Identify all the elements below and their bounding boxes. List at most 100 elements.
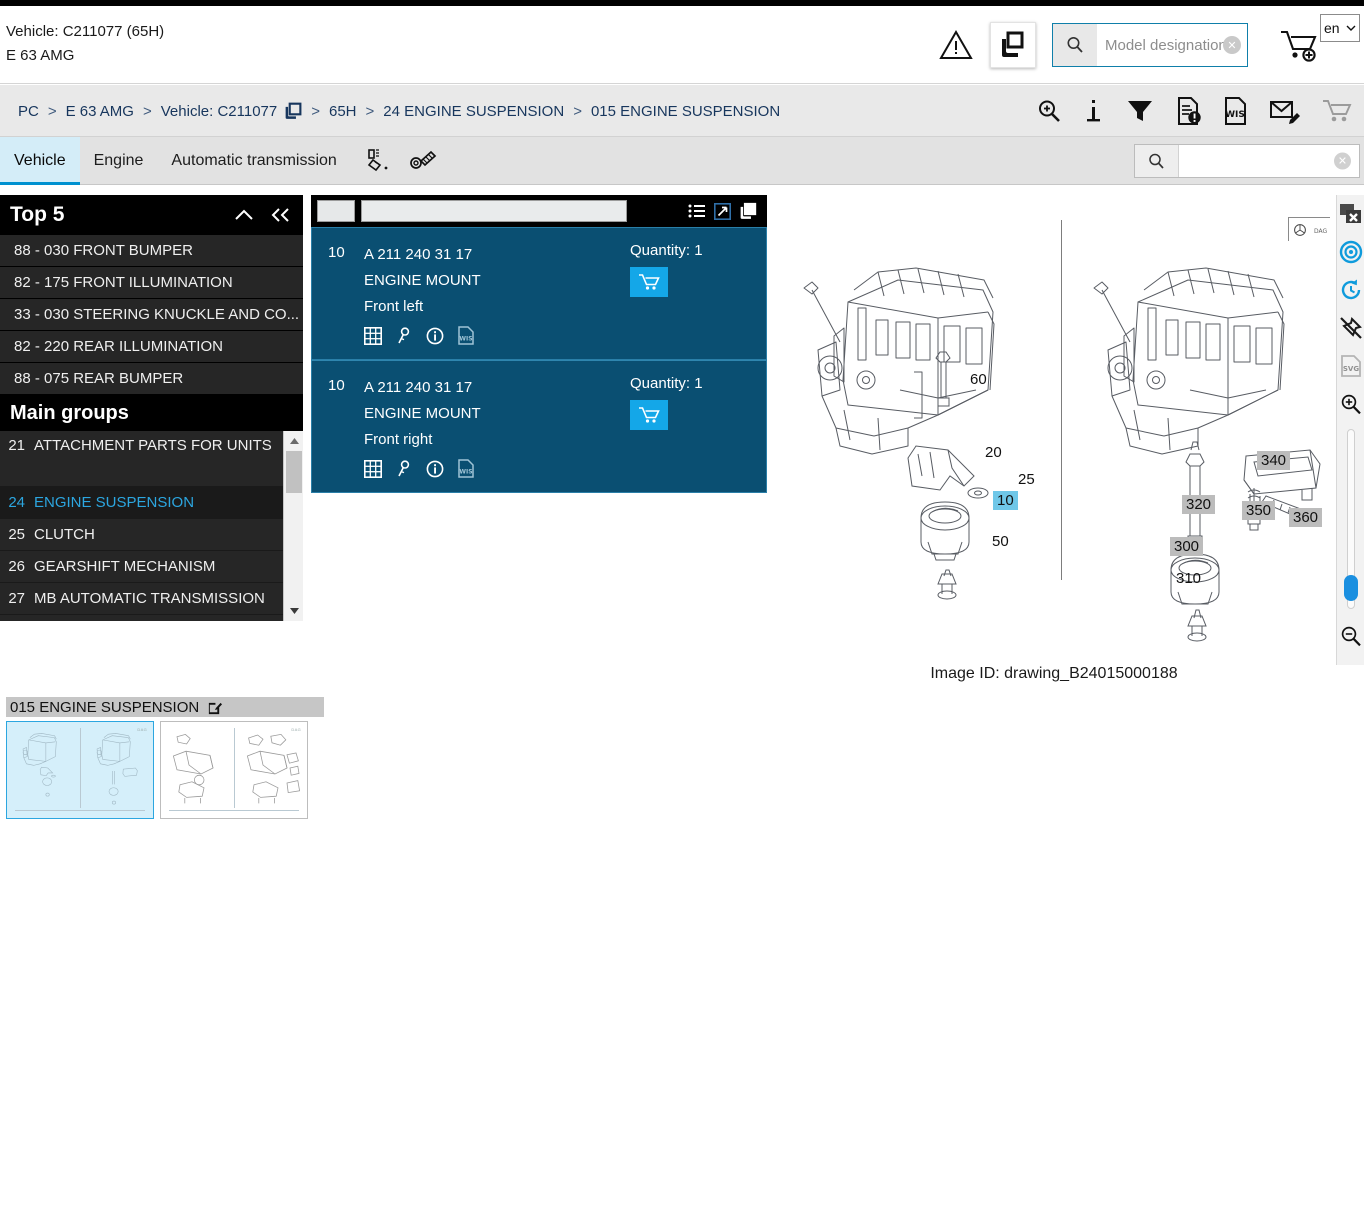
breadcrumb: PC > E 63 AMG > Vehicle: C211077 > 65H >… [18,85,780,137]
clear-circle-icon[interactable]: ✕ [1223,36,1241,54]
parts-filter-field-wide[interactable] [361,200,627,222]
unpin-icon[interactable] [1338,313,1364,343]
tab-vehicle[interactable]: Vehicle [0,137,80,185]
scrollbar-thumb[interactable] [286,451,302,493]
main-groups-scrollbar[interactable] [283,431,303,621]
main-group-row-27[interactable]: 27 MB AUTOMATIC TRANSMISSION [0,583,283,615]
main-group-row-25[interactable]: 25 CLUTCH [0,519,283,551]
breadcrumb-item-vehicle[interactable]: Vehicle: C211077 [161,103,277,120]
expand-icon[interactable] [714,203,731,220]
application-window: Vehicle: C211077 (65H) E 63 AMG Model de… [0,0,1364,1214]
target-locate-icon[interactable] [1338,237,1364,267]
scroll-down-arrow-icon[interactable] [284,603,304,619]
info-circle-icon[interactable] [426,460,444,478]
add-to-cart-icon[interactable] [630,267,668,297]
thumbnail-2[interactable]: DAG [160,721,308,819]
callout-60[interactable]: 60 [970,371,987,388]
callout-310[interactable]: 310 [1176,570,1201,587]
breadcrumb-separator: > [564,103,591,120]
main-group-label: GEARSHIFT MECHANISM [34,558,215,575]
edit-pencil-icon[interactable] [207,700,222,715]
reset-history-icon[interactable] [1338,275,1364,305]
callout-50[interactable]: 50 [992,533,1009,550]
breadcrumb-item-model[interactable]: E 63 AMG [66,103,134,120]
breadcrumb-toolbar: WIS [1036,85,1360,137]
filter-funnel-icon[interactable] [1126,98,1154,124]
drawing-stage[interactable]: DAG [770,195,1338,665]
parts-list-panel: 10 A 211 240 31 17 ENGINE MOUNT Front le… [311,195,767,493]
parts-filter-field-small[interactable] [317,200,355,222]
warning-triangle-icon[interactable] [936,25,976,65]
main-groups-header: Main groups [0,395,303,431]
close-window-icon[interactable] [1338,199,1364,229]
info-circle-icon[interactable] [426,327,444,345]
part-number[interactable]: A 211 240 31 17 [364,242,630,268]
wis-document-icon[interactable]: WIS [1224,97,1248,125]
callout-300[interactable]: 300 [1170,537,1203,556]
copy-icon[interactable] [739,202,757,220]
thumbnail-1[interactable]: DAG [6,721,154,819]
tab-engine[interactable]: Engine [80,137,158,185]
table-grid-icon[interactable] [364,327,382,345]
top5-item-0[interactable]: 88 - 030 FRONT BUMPER [0,235,303,267]
mail-edit-icon[interactable] [1270,98,1300,124]
copy-documents-icon[interactable] [990,22,1036,68]
tab-search-box[interactable]: ✕ [1134,144,1360,178]
top5-item-2[interactable]: 33 - 030 STEERING KNUCKLE AND CO... [0,299,303,331]
callout-320[interactable]: 320 [1182,495,1215,514]
chevron-down-icon [1346,24,1356,32]
engine-drawing-right [1078,250,1348,650]
add-to-cart-icon[interactable] [1278,25,1324,65]
main-group-row-24[interactable]: 24 ENGINE SUSPENSION [0,487,283,519]
wis-document-icon[interactable]: WIS [458,459,474,478]
chevron-up-icon[interactable] [233,208,255,222]
model-search-field[interactable]: Model designation ✕ [1097,24,1247,66]
language-selector[interactable]: en [1320,14,1360,42]
table-grid-icon[interactable] [364,460,382,478]
svg-export-icon[interactable]: SVG [1338,351,1364,381]
paint-spray-icon[interactable] [365,148,391,174]
zoom-in-icon[interactable] [1338,389,1364,419]
double-chevron-left-icon[interactable] [269,207,293,223]
breadcrumb-item-pc[interactable]: PC [18,103,39,120]
zoom-in-search-icon[interactable] [1036,98,1062,124]
breadcrumb-item-65h[interactable]: 65H [329,103,357,120]
key-icon[interactable] [396,327,412,345]
search-icon[interactable] [1053,24,1097,66]
breadcrumb-item-015[interactable]: 015 ENGINE SUSPENSION [591,103,780,120]
list-view-icon[interactable] [688,203,706,219]
part-row-1[interactable]: 10 A 211 240 31 17 ENGINE MOUNT Front le… [311,227,767,360]
tab-automatic-transmission[interactable]: Automatic transmission [157,137,350,185]
callout-360[interactable]: 360 [1289,508,1322,527]
callout-20[interactable]: 20 [985,444,1002,461]
top5-item-1[interactable]: 82 - 175 FRONT ILLUMINATION [0,267,303,299]
callout-340[interactable]: 340 [1257,451,1290,470]
info-icon[interactable] [1084,98,1104,124]
zoom-slider[interactable] [1344,429,1358,609]
zoom-slider-knob[interactable] [1344,575,1358,601]
copy-icon[interactable] [284,102,302,120]
zoom-out-icon[interactable] [1338,621,1364,651]
model-designation-search[interactable]: Model designation ✕ [1052,23,1248,67]
bolt-fastener-icon[interactable] [409,148,437,174]
wis-document-icon[interactable]: WIS [458,326,474,345]
main-group-row-26[interactable]: 26 GEARSHIFT MECHANISM [0,551,283,583]
callout-10[interactable]: 10 [993,491,1018,510]
cart-icon[interactable] [1322,98,1352,124]
scroll-up-arrow-icon[interactable] [284,433,304,449]
clear-circle-icon[interactable]: ✕ [1334,153,1351,170]
breadcrumb-item-group24[interactable]: 24 ENGINE SUSPENSION [383,103,564,120]
document-alert-icon[interactable] [1176,97,1202,125]
callout-25[interactable]: 25 [1018,471,1035,488]
top5-item-4[interactable]: 88 - 075 REAR BUMPER [0,363,303,395]
add-to-cart-icon[interactable] [630,400,668,430]
tab-search-input[interactable]: ✕ [1179,145,1359,177]
callout-350[interactable]: 350 [1242,501,1275,520]
top5-item-3[interactable]: 82 - 220 REAR ILLUMINATION [0,331,303,363]
part-row-2[interactable]: 10 A 211 240 31 17 ENGINE MOUNT Front ri… [311,360,767,493]
svg-text:WIS: WIS [459,469,472,476]
search-icon[interactable] [1135,145,1179,177]
main-group-row-21[interactable]: 21 ATTACHMENT PARTS FOR UNITS [0,431,283,487]
key-icon[interactable] [396,460,412,478]
part-number[interactable]: A 211 240 31 17 [364,375,630,401]
